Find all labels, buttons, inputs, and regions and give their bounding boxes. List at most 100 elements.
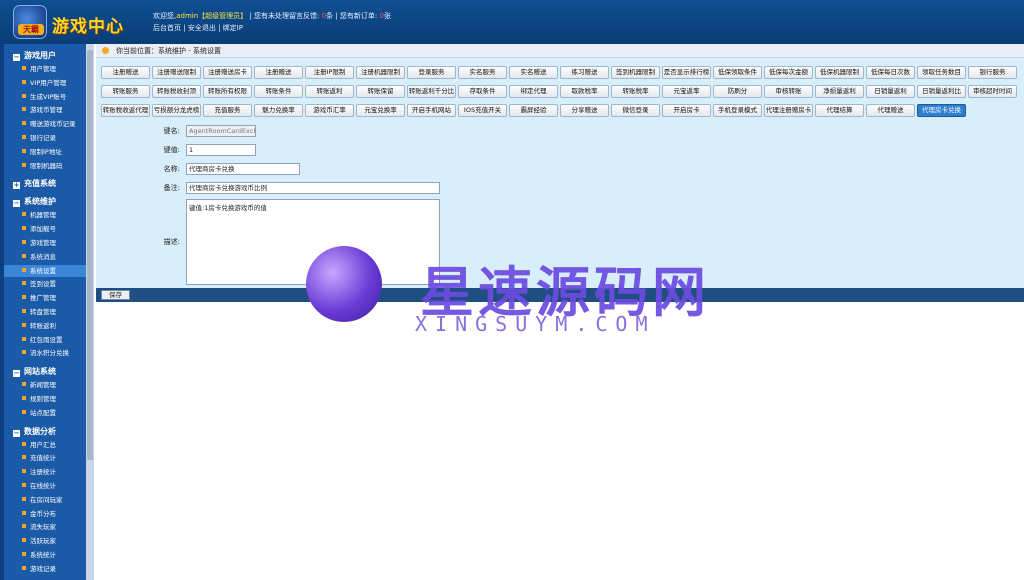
settings-tab[interactable]: 开启房卡 (662, 104, 711, 117)
sidebar-item[interactable]: 限制机器码 (22, 160, 63, 170)
settings-tab[interactable]: 防刷分 (713, 85, 762, 98)
sidebar-item[interactable]: 系统设置 (4, 264, 86, 277)
settings-tab[interactable]: 充值服务 (203, 104, 252, 117)
sidebar-item[interactable]: 用户管理 (22, 63, 56, 73)
settings-tab[interactable]: 日销量返利 (866, 85, 915, 98)
sidebar-item[interactable]: 流水积分兑换 (22, 347, 69, 357)
settings-tab[interactable]: 注册赠送限制 (152, 66, 201, 79)
settings-tab[interactable]: 魅力兑换率 (254, 104, 303, 117)
sidebar-item[interactable]: 游戏管理 (22, 237, 56, 247)
settings-tab[interactable]: 低保每日次数 (866, 66, 915, 79)
value-field[interactable]: 1 (186, 144, 256, 156)
settings-tab[interactable]: 是否显示排行榜 (662, 66, 711, 79)
sidebar-group[interactable]: − 系统维护 (13, 196, 56, 208)
settings-tab[interactable]: 转账返利 (305, 85, 354, 98)
sidebar-item[interactable]: 生成VIP账号 (22, 91, 66, 101)
sidebar-scrollbar[interactable] (86, 44, 94, 580)
settings-tab[interactable]: 日销量返利比 (917, 85, 966, 98)
settings-tab[interactable]: 注册赠送房卡 (203, 66, 252, 79)
sidebar-item[interactable]: 用户汇总 (22, 439, 56, 449)
bind-ip-link[interactable]: 绑定IP (223, 24, 243, 32)
sidebar-item[interactable]: VIP用户管理 (22, 77, 66, 87)
sidebar-item[interactable]: 红包雨设置 (22, 334, 63, 344)
settings-tab[interactable]: 银行服务 (968, 66, 1017, 79)
sidebar-item[interactable]: 金币分布 (22, 508, 56, 518)
settings-tab[interactable]: 转账税收封顶 (152, 85, 201, 98)
sidebar-item[interactable]: 游戏币管理 (22, 104, 63, 114)
settings-tab[interactable]: 领取任务数目 (917, 66, 966, 79)
expand-icon[interactable]: + (13, 182, 20, 190)
settings-tab[interactable]: 注册赠送 (101, 66, 150, 79)
settings-tab[interactable]: 霸屏经验 (509, 104, 558, 117)
settings-tab[interactable]: 实名服务 (458, 66, 507, 79)
sidebar-item[interactable]: 活跃玩家 (22, 535, 56, 545)
settings-tab[interactable]: 转账保留 (356, 85, 405, 98)
sidebar-item[interactable]: 规则管理 (22, 393, 56, 403)
settings-tab[interactable]: 元宝返率 (662, 85, 711, 98)
scrollbar-thumb[interactable] (87, 50, 93, 460)
settings-tab[interactable]: 存取条件 (458, 85, 507, 98)
settings-tab[interactable]: 注册赠送 (254, 66, 303, 79)
sidebar-item[interactable]: 机器管理 (22, 209, 56, 219)
sidebar-item[interactable]: 注册统计 (22, 466, 56, 476)
settings-tab[interactable]: 代理房卡兑换 (917, 104, 966, 117)
settings-tab[interactable]: 手机登录模式 (713, 104, 762, 117)
settings-tab[interactable]: 审核超时时间 (968, 85, 1017, 98)
sidebar-item[interactable]: 游戏记录 (22, 563, 56, 573)
settings-tab[interactable]: 低保机器限制 (815, 66, 864, 79)
sidebar-item[interactable]: 流失玩家 (22, 521, 56, 531)
settings-tab[interactable]: 净损量返利 (815, 85, 864, 98)
settings-tab[interactable]: 代理结算 (815, 104, 864, 117)
sidebar-item[interactable]: 在房间玩家 (22, 494, 63, 504)
sidebar-item[interactable]: 推广管理 (22, 292, 56, 302)
settings-tab[interactable]: 转账税率 (611, 85, 660, 98)
sidebar-item[interactable]: 充值统计 (22, 452, 56, 462)
settings-tab[interactable]: 游戏币汇率 (305, 104, 354, 117)
settings-tab[interactable]: 练习赠送 (560, 66, 609, 79)
settings-tab[interactable]: 代理赠送 (866, 104, 915, 117)
settings-tab[interactable]: 元宝兑换率 (356, 104, 405, 117)
settings-tab[interactable]: IOS充值开关 (458, 104, 507, 117)
settings-tab[interactable]: 注册IP限制 (305, 66, 354, 79)
settings-tab[interactable]: 微信登录 (611, 104, 660, 117)
sidebar-item[interactable]: 系统统计 (22, 549, 56, 559)
settings-tab[interactable]: 签到机器限制 (611, 66, 660, 79)
collapse-icon[interactable]: − (13, 200, 20, 208)
settings-tab[interactable]: 开启手机网站 (407, 104, 456, 117)
settings-tab[interactable]: 转账服务 (101, 85, 150, 98)
settings-tab[interactable]: 低保领取条件 (713, 66, 762, 79)
settings-tab[interactable]: 亏损额分龙虎榜 (152, 104, 201, 117)
settings-tab[interactable]: 代理注册赠房卡 (764, 104, 813, 117)
sidebar-item[interactable]: 在线统计 (22, 480, 56, 490)
sidebar-item[interactable]: 转盘管理 (22, 306, 56, 316)
settings-tab[interactable]: 绑定代理 (509, 85, 558, 98)
sidebar-item[interactable]: 系统消息 (22, 251, 56, 261)
sidebar-group[interactable]: − 网站系统 (13, 366, 56, 378)
sidebar-item[interactable]: 银行记录 (22, 132, 56, 142)
home-link[interactable]: 后台首页 (153, 24, 181, 32)
sidebar-item[interactable]: 限制IP地址 (22, 146, 62, 156)
sidebar-item[interactable]: 转账返利 (22, 320, 56, 330)
key-field[interactable]: AgentRoomCardExchRat (186, 125, 256, 137)
settings-tab[interactable]: 登录服务 (407, 66, 456, 79)
sidebar-item[interactable]: 赠送游戏币记录 (22, 118, 76, 128)
settings-tab[interactable]: 取款税率 (560, 85, 609, 98)
logout-link[interactable]: 安全退出 (188, 24, 216, 32)
sidebar-item[interactable]: 添加靓号 (22, 223, 56, 233)
settings-tab[interactable]: 分享赠送 (560, 104, 609, 117)
sidebar-group[interactable]: + 充值系统 (13, 178, 56, 190)
settings-tab[interactable]: 审核转账 (764, 85, 813, 98)
name-field[interactable]: 代理商房卡兑换 (186, 163, 300, 175)
settings-tab[interactable]: 实名赠送 (509, 66, 558, 79)
settings-tab[interactable]: 转账所有权限 (203, 85, 252, 98)
note-field[interactable]: 代理商房卡兑换游戏币比例 (186, 182, 440, 194)
sidebar-item[interactable]: 新闻管理 (22, 379, 56, 389)
settings-tab[interactable]: 低保每次金额 (764, 66, 813, 79)
settings-tab[interactable]: 注册机器限制 (356, 66, 405, 79)
collapse-icon[interactable]: − (13, 429, 20, 437)
sidebar-group[interactable]: − 数据分析 (13, 426, 56, 437)
sidebar-item[interactable]: 签到设置 (22, 278, 56, 288)
sidebar-group[interactable]: − 游戏用户 (13, 50, 56, 61)
sidebar-item[interactable]: 站点配置 (22, 407, 56, 417)
settings-tab[interactable]: 转账条件 (254, 85, 303, 98)
